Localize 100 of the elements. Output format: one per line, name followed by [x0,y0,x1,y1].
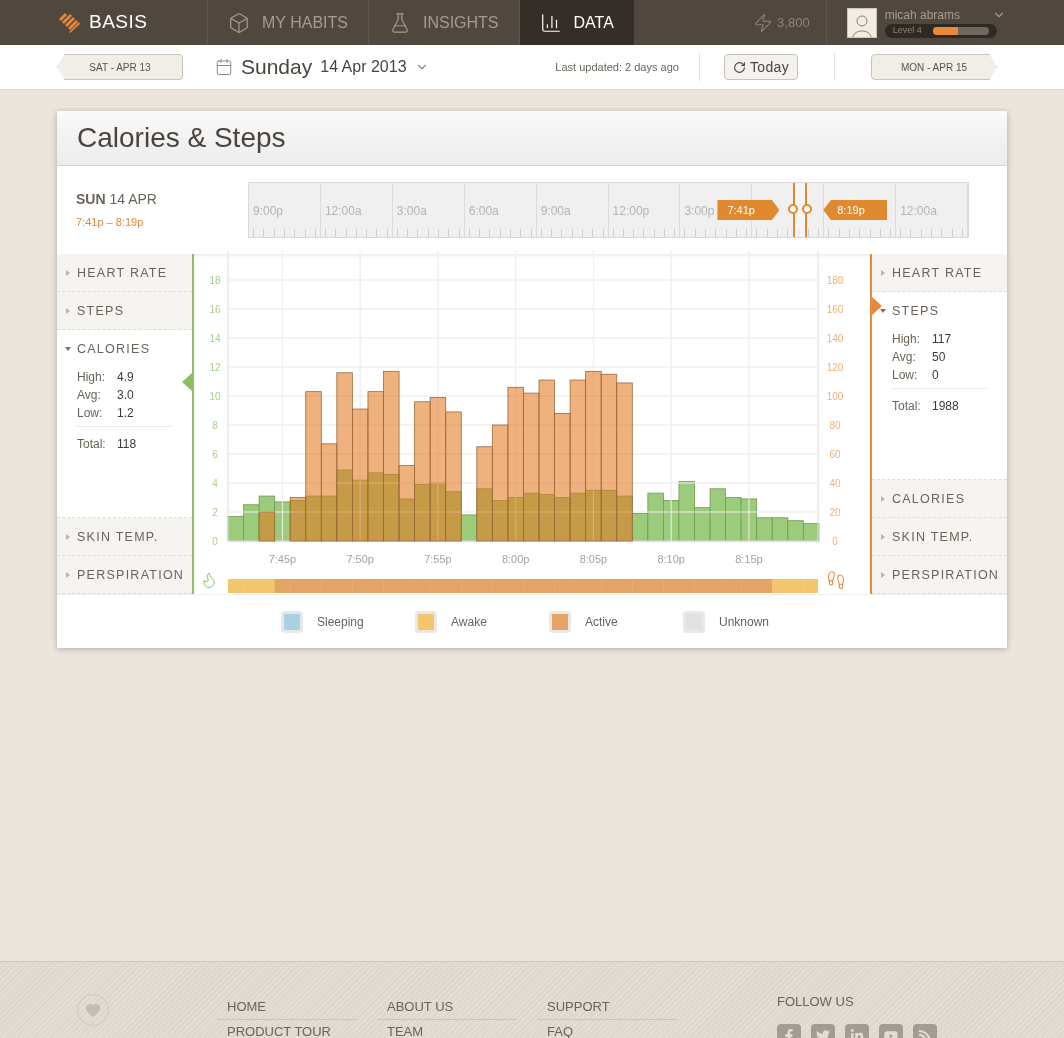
stat-value: 117 [932,331,952,348]
ruler-label: 9:00a [540,203,571,220]
stat-value: 1.2 [117,405,134,422]
axis-label: 7:55p [424,553,452,565]
axis-label: 0 [832,536,838,547]
axis-label: 4 [212,478,218,489]
calories-bar [538,494,555,542]
calories-bar [305,495,322,542]
footer-link[interactable]: HOME [227,1000,347,1013]
axis-label: 180 [826,275,844,286]
ruler-label: 12:00a [324,203,362,220]
stat-label: Low: [77,405,104,422]
bar-chart-icon [539,11,562,34]
footer-link[interactable]: PRODUCT TOUR [227,1025,347,1038]
calories-bar [569,492,587,542]
level-label: Level 4 [892,26,923,35]
calories-bar [414,484,431,542]
calories-bar [491,500,509,542]
caret-right-icon [65,270,71,276]
legend-label: Active [585,613,618,631]
stat-value: 3.0 [117,387,134,404]
legend-label: Unknown [719,613,770,631]
axis-label: 60 [829,449,841,460]
flame-icon [200,571,218,589]
nav-tab[interactable]: DATA [518,0,634,45]
caret-down-icon [880,308,886,314]
ruler-label: 3:00a [396,203,427,220]
calories-bar [787,520,804,542]
stat-label: High: [892,331,921,348]
axis-label: 6 [212,449,218,460]
metric-toggle[interactable]: CALORIES [57,330,151,368]
footer-link[interactable]: TEAM [387,1025,507,1038]
refresh-icon [732,60,746,74]
stat-label: High: [77,369,106,386]
axis-label: 8:15p [735,553,763,565]
caret-right-icon [880,270,886,276]
stat-value: 4.9 [117,369,134,386]
caret-right-icon [65,308,71,314]
lightning-icon [753,12,774,33]
ruler-label: 3:00p [684,203,715,220]
cube-icon [228,11,250,34]
footer-link[interactable]: ABOUT US [387,1000,507,1013]
caret-right-icon [880,572,886,578]
axis-label: 8:10p [657,553,685,565]
calories-bar [367,472,384,542]
end-time-flag[interactable]: 8:19p [823,200,888,220]
ruler-label: 12:00p [612,203,650,220]
footprints-icon [826,570,846,590]
axis-label: 14 [209,333,221,344]
footer-link[interactable]: FAQ [547,1025,667,1038]
follow-us-heading: FOLLOW US [777,993,855,1011]
previous-day-button[interactable]: SAT - APR 13 [57,54,183,80]
avatar-icon [846,7,877,38]
range-date: 14 APR [109,191,157,208]
range-time: 7:41p – 8:19p [76,215,145,231]
ruler-label: 9:00p [253,203,284,220]
stat-label: Avg: [77,387,102,404]
axis-label: 18 [209,275,221,286]
stat-label: Avg: [892,349,917,366]
stat-label: Total: [77,436,107,453]
start-time-flag[interactable]: 7:41p [717,200,780,220]
axis-label: 10 [209,391,221,402]
legend-label: Sleeping [317,613,364,631]
axis-label: 2 [212,507,218,518]
axis-label: 140 [826,333,844,344]
logo-text: BASIS [89,10,148,35]
axis-label: 8 [212,420,218,431]
calories-bar [258,495,276,542]
axis-label: 7:50p [346,553,374,565]
axis-label: 12 [209,362,221,373]
steps-bar [258,511,276,542]
caret-down-icon [65,346,71,352]
timeline-ruler[interactable]: 9:00p 12:00a 3:00a 6:00a 9:00a 12:00p 3:00p 7:41p 8:19p 12:00a [248,182,969,238]
range-handle[interactable] [788,204,799,214]
calories-bar [523,492,540,542]
caret-right-icon [880,496,886,502]
stat-value: 50 [932,349,946,366]
axis-label: 20 [829,507,841,518]
stat-value: 1988 [932,398,959,415]
footer-link[interactable]: SUPPORT [547,1000,667,1013]
calories-bar [554,497,571,542]
axis-label: 160 [826,304,844,315]
legend-label: Awake [451,613,487,631]
axis-label: 100 [826,391,844,402]
calendar-icon[interactable] [215,58,233,76]
range-handle[interactable] [802,204,813,214]
selection-range[interactable] [793,183,808,237]
weekday: Sunday [241,54,313,81]
axis-label: 0 [212,536,218,547]
ruler-label: 12:00a [900,203,937,220]
calories-bar [725,497,742,542]
axis-label: 8:05p [579,553,608,565]
calories-bar [600,489,618,542]
last-updated-text: Last updated: 2 days ago [555,53,700,81]
stat-label: Low: [892,367,919,384]
axis-label: 80 [829,420,841,431]
next-day-button[interactable]: MON - APR 15 [871,54,997,80]
user-name[interactable]: micah abrams [884,8,960,21]
range-day: SUN [76,191,106,208]
today-button[interactable]: Today [723,54,798,80]
